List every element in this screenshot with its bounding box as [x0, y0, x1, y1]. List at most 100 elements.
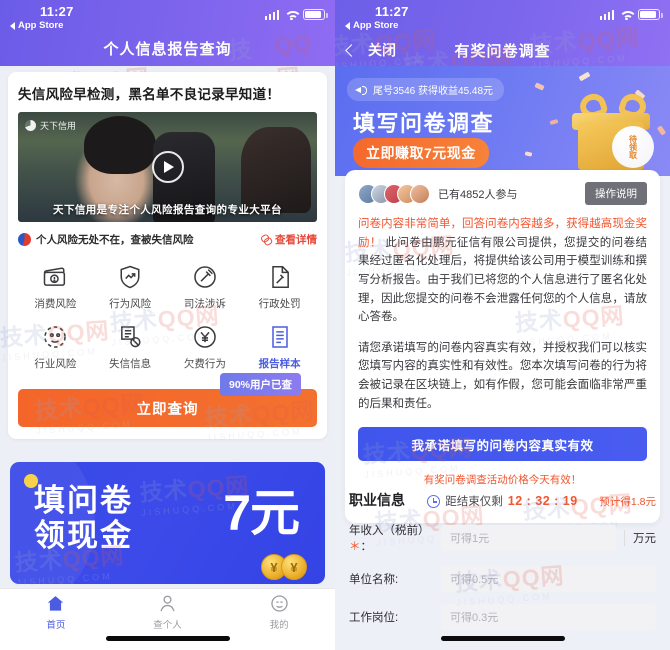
cta-wrapper: 90%用户已查 立即查询 [18, 373, 317, 427]
grid-item-label: 行业风险 [34, 358, 77, 370]
questionnaire-promo-banner[interactable]: 填问卷 领现金 7元 ¥ ¥ [10, 462, 325, 584]
yuan-circle-icon [191, 323, 219, 351]
company-name-input[interactable]: 可得0.5元 [441, 566, 656, 592]
tab-label: 查个人 [153, 619, 182, 631]
field-label: 年收入（税前）＊： [349, 525, 430, 553]
page-title: 有奖问卷调查 [454, 42, 551, 60]
avatar [410, 183, 430, 204]
earn-now-badge: 立即赚取7元现金 [353, 138, 489, 168]
grid-item-admin-penalty[interactable]: 行政处罚 [242, 259, 317, 315]
video-caption: 天下信用是专注个人风险报告查询的专业大平台 [53, 204, 282, 216]
grid-item-behavior-risk[interactable]: 行为风险 [93, 259, 168, 315]
back-triangle-icon [10, 21, 15, 30]
gift-box-icon: 待领取 [572, 88, 656, 170]
annual-income-unit: 万元 [624, 530, 656, 546]
home-icon [45, 593, 66, 614]
brand-mark-icon [25, 120, 36, 131]
battery-icon [303, 9, 328, 20]
video-brand: 天下信用 [25, 119, 76, 132]
link-icon [261, 235, 272, 244]
occupation-section: 职业信息 预计得1.8元 年收入（税前）＊： 可得1元 万元 单位名称: 可得0… [335, 490, 670, 630]
signal-icon [264, 9, 279, 20]
gift-badge-label: 待领取 [628, 135, 638, 159]
tab-label: 首页 [46, 619, 66, 631]
field-annual-income: 年收入（税前）＊： 可得1元 万元 [349, 522, 656, 554]
wifi-icon [284, 10, 298, 21]
promo-amount: 7元 [223, 485, 300, 541]
wifi-icon [619, 10, 633, 21]
slogan-text: 个人风险无处不在，查被失信风险 [36, 234, 194, 246]
promo-line-2: 领现金 [34, 518, 133, 554]
input-placeholder: 可得0.5元 [450, 574, 499, 586]
slogan-row: 个人风险无处不在，查被失信风险 查看详情 [18, 232, 317, 247]
gavel-circle-icon [191, 263, 219, 291]
document-ban-icon [116, 323, 144, 351]
banner-title: 填写问卷调查 [353, 111, 495, 136]
signal-icon [599, 9, 614, 20]
coin-stack-icon: ¥ ¥ [261, 554, 307, 580]
status-time: 11:27 [40, 4, 74, 19]
right-screen: 11:27 App Store 关闭 有奖问卷调查 技术 QQ网 JISHUQQ.… [335, 0, 670, 650]
grid-item-label: 行政处罚 [258, 298, 301, 310]
input-placeholder: 可得0.3元 [450, 612, 499, 624]
grid-item-judicial-litigation[interactable]: 司法涉诉 [168, 259, 243, 315]
home-indicator [440, 636, 565, 641]
grid-item-industry-risk[interactable]: 行业风险 [18, 319, 93, 375]
questionnaire-info-card: 已有4852人参与 操作说明 问卷内容非常简单，回答问卷内容越多，获得越高现金奖… [345, 170, 660, 524]
grid-item-arrears-behavior[interactable]: 欠费行为 [168, 319, 243, 375]
document-gavel-icon [266, 263, 294, 291]
video-figure-a [83, 116, 156, 175]
promo-line-1: 填问卷 [34, 483, 133, 518]
marquee-notice: 尾号3546 获得收益45.48元 [347, 78, 505, 101]
grid-item-report-sample[interactable]: 报告样本 [242, 319, 317, 375]
wallet-warning-icon [41, 263, 69, 291]
avatar-group [358, 183, 430, 204]
view-detail-link[interactable]: 查看详情 [261, 232, 317, 247]
required-star: ＊ [349, 541, 361, 553]
status-bar-left: 11:27 App Store [0, 0, 335, 34]
status-indicators [264, 9, 328, 21]
dual-screenshot: 11:27 App Store 个人信息报告查询 技术QQ网 JISHUQQ.C… [0, 0, 670, 650]
grid-item-label: 欠费行为 [183, 358, 226, 370]
home-indicator [105, 636, 230, 641]
status-back-to-app-store[interactable]: App Store [10, 20, 63, 31]
promise-button[interactable]: 我承诺填写的问卷内容真实有效 [358, 427, 647, 462]
battery-icon [638, 9, 663, 20]
pledge-paragraph: 请您承诺填写的问卷内容真实有效，并授权我们可以核实您填写内容的真实性和有效性。您… [358, 341, 647, 410]
status-indicators [599, 9, 663, 21]
gift-badge: 待领取 [612, 126, 654, 168]
grid-item-label: 失信信息 [109, 358, 152, 370]
risk-category-grid: 消费风险 行为风险 司法涉诉 行政处罚 行业风险 失信信息 欠费行为 报告样本 [18, 259, 317, 375]
participants-count: 已有4852人参与 [438, 188, 518, 201]
tab-mine[interactable]: 我的 [223, 589, 335, 650]
card-headline: 失信风险早检测，黑名单不良记录早知道！ [18, 87, 281, 102]
status-back-to-app-store[interactable]: App Store [345, 20, 398, 31]
smiley-icon [269, 593, 290, 614]
play-icon[interactable] [151, 151, 184, 183]
status-time: 11:27 [375, 4, 409, 19]
input-placeholder: 可得1元 [450, 533, 490, 545]
risk-card: 失信风险早检测，黑名单不良记录早知道！ 天下信用 天下信用是专注个人风险报告查询… [8, 72, 327, 439]
page-title: 个人信息报告查询 [103, 41, 232, 58]
promo-video[interactable]: 天下信用 天下信用是专注个人风险报告查询的专业大平台 [18, 112, 317, 222]
instructions-button[interactable]: 操作说明 [585, 182, 647, 205]
field-label: 单位名称: [349, 574, 399, 586]
description-rest: 此问卷由鹏元征信有限公司提供，您提交的问卷结果经过匿名化处理后，将提供给该公司用… [358, 236, 648, 324]
back-triangle-icon [345, 21, 350, 30]
status-bar-right: 11:27 App Store [335, 0, 670, 34]
field-label: 工作岗位: [349, 612, 399, 624]
grid-item-label: 消费风险 [34, 298, 77, 310]
grid-item-dishonesty-info[interactable]: 失信信息 [93, 319, 168, 375]
annual-income-input[interactable]: 可得1元 [441, 525, 616, 551]
company-logo-icon [18, 233, 31, 246]
view-detail-label: 查看详情 [275, 234, 317, 246]
grid-item-consumption-risk[interactable]: 消费风险 [18, 259, 93, 315]
shield-trend-icon [116, 263, 144, 291]
section-title: 职业信息 [349, 492, 405, 508]
validity-note: 有奖问卷调查活动价格今天有效！ [423, 474, 582, 487]
tab-home[interactable]: 首页 [0, 589, 112, 650]
video-brand-label: 天下信用 [40, 121, 77, 131]
marquee-text: 尾号3546 获得收益45.48元 [373, 86, 494, 97]
job-position-input[interactable]: 可得0.3元 [441, 604, 656, 630]
left-screen: 11:27 App Store 个人信息报告查询 技术QQ网 JISHUQQ.C… [0, 0, 335, 650]
